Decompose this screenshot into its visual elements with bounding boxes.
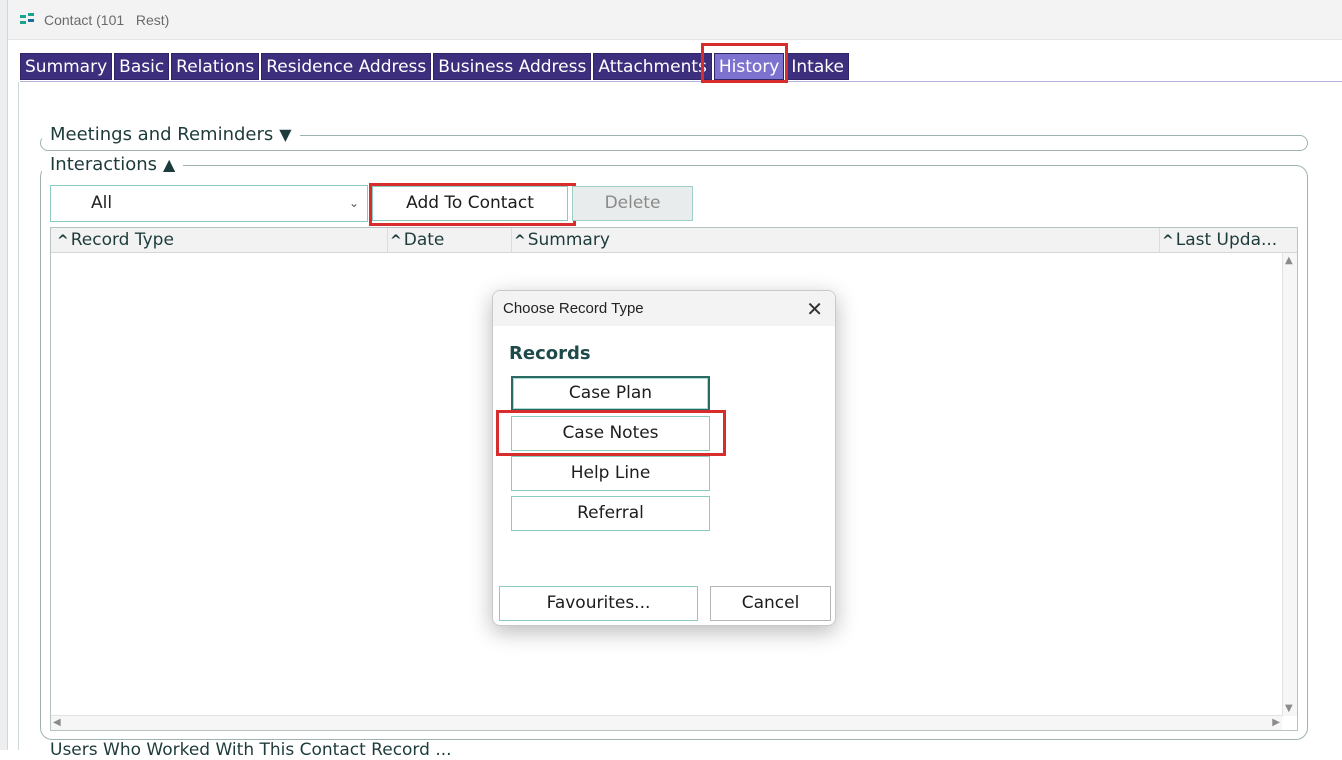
delete-button[interactable]: Delete [572, 186, 693, 221]
tab-attachments[interactable]: Attachments [593, 53, 712, 80]
scroll-left-icon[interactable]: ◀ [53, 717, 61, 728]
window-title: Contact (101 Rest) [44, 12, 170, 28]
triangle-down-icon: ▼ [279, 125, 292, 144]
content-frame-border [18, 82, 19, 750]
scroll-up-icon[interactable]: ▲ [1285, 255, 1293, 266]
tab-summary[interactable]: Summary [20, 53, 113, 80]
meetings-section-header[interactable]: Meetings and Reminders ▼ [42, 124, 300, 145]
app-logo-icon [20, 13, 34, 24]
horizontal-scrollbar[interactable]: ◀ ▶ [51, 715, 1282, 730]
tab-history[interactable]: History [713, 53, 785, 80]
tab-intake[interactable]: Intake [786, 53, 849, 80]
column-date[interactable]: ^ Date [387, 228, 511, 253]
favourites-button[interactable]: Favourites... [499, 586, 698, 621]
interactions-section-header[interactable]: Interactions ▲ [42, 154, 184, 175]
close-icon[interactable]: ✕ [806, 297, 823, 321]
record-filter-value: All [91, 193, 113, 213]
referral-button[interactable]: Referral [511, 496, 710, 531]
tab-bar: Summary Basic Relations Residence Addres… [20, 53, 851, 80]
scroll-right-icon[interactable]: ▶ [1272, 717, 1280, 728]
column-last-updated[interactable]: ^ Last Upda... [1159, 228, 1297, 253]
add-to-contact-button[interactable]: Add To Contact [372, 186, 568, 221]
record-filter-select[interactable]: All ⌄ [50, 185, 368, 222]
sort-caret-icon: ^ [514, 233, 526, 249]
tab-business-address[interactable]: Business Address [433, 53, 592, 80]
dialog-records-heading: Records [509, 343, 591, 364]
help-line-button[interactable]: Help Line [511, 456, 710, 491]
tab-basic[interactable]: Basic [114, 53, 170, 80]
meetings-section-label: Meetings and Reminders [50, 124, 274, 145]
tab-relations[interactable]: Relations [171, 53, 260, 80]
tab-residence-address[interactable]: Residence Address [261, 53, 432, 80]
vertical-scrollbar[interactable]: ▲ ▼ [1282, 253, 1297, 716]
tabs-underline [20, 81, 1342, 82]
sort-caret-icon: ^ [57, 233, 69, 249]
interactions-section-label: Interactions [50, 154, 158, 175]
sort-caret-icon: ^ [390, 233, 402, 249]
choose-record-type-dialog: Choose Record Type ✕ Records Case Plan C… [492, 290, 836, 626]
grid-header: ^ Record Type ^ Date ^ Summary ^ Last Upda..… [51, 228, 1297, 253]
triangle-up-icon: ▲ [163, 155, 176, 174]
chevron-down-icon: ⌄ [348, 196, 359, 210]
column-summary[interactable]: ^ Summary [511, 228, 1159, 253]
window-left-edge [0, 0, 8, 750]
dialog-title: Choose Record Type [503, 300, 644, 317]
case-notes-button[interactable]: Case Notes [511, 416, 710, 451]
cancel-button[interactable]: Cancel [710, 586, 831, 621]
users-worked-section-label: Users Who Worked With This Contact Recor… [50, 740, 452, 760]
scroll-down-icon[interactable]: ▼ [1285, 703, 1293, 714]
case-plan-button[interactable]: Case Plan [511, 376, 710, 411]
dialog-titlebar: Choose Record Type ✕ [493, 291, 835, 326]
sort-caret-icon: ^ [1162, 233, 1174, 249]
column-record-type[interactable]: ^ Record Type [57, 228, 387, 253]
window-titlebar: Contact (101 Rest) [8, 0, 1342, 40]
